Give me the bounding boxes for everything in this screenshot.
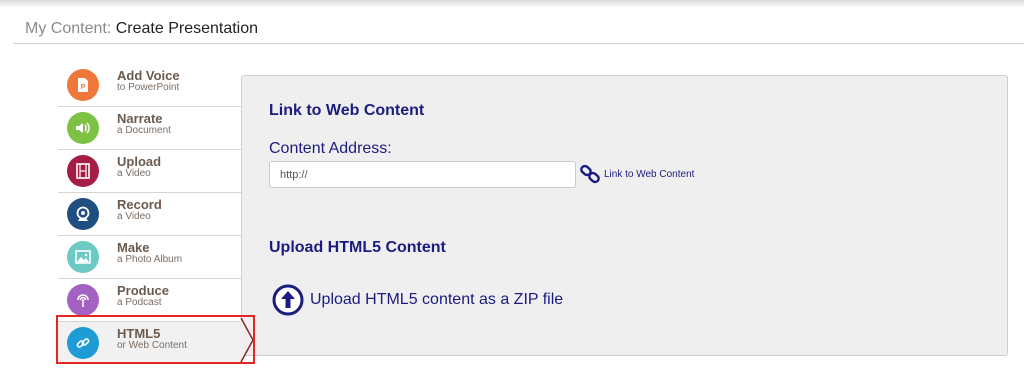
link-web-content-title: Link to Web Content (269, 102, 425, 119)
page-header: My Content: Create Presentation (25, 20, 258, 38)
header-divider (13, 43, 1024, 44)
webcam-icon (67, 198, 99, 230)
svg-text:P: P (81, 84, 86, 91)
powerpoint-icon: P (67, 69, 99, 101)
film-icon (67, 155, 99, 187)
sidebar-item-subtitle: to PowerPoint (117, 82, 180, 93)
content-address-input[interactable] (269, 161, 576, 188)
picture-icon (67, 241, 99, 273)
podcast-icon (67, 284, 99, 316)
link-web-content-label: Link to Web Content (604, 168, 695, 180)
sidebar-item-title: Add Voice (117, 68, 180, 83)
sidebar-item-upload[interactable]: Upload a Video (58, 150, 241, 193)
sidebar-item-subtitle: a Document (117, 125, 171, 136)
breadcrumb-root: My Content: (25, 20, 112, 37)
content-type-sidebar: P Add Voice to PowerPoint Narrate a Docu… (58, 64, 241, 364)
sidebar-item-title: Narrate (117, 111, 163, 126)
sidebar-item-subtitle: a Podcast (117, 297, 162, 308)
sidebar-item-subtitle: a Video (117, 168, 151, 179)
upload-zip-button[interactable]: Upload HTML5 content as a ZIP file (272, 284, 563, 316)
sidebar-item-title: Make (117, 240, 150, 255)
link-icon (67, 327, 99, 359)
selection-arrow-icon (240, 317, 254, 363)
sidebar-item-title: Produce (117, 283, 170, 298)
top-shadow (0, 0, 1024, 8)
link-web-content-button[interactable]: Link to Web Content (579, 163, 694, 185)
web-content-panel: Link to Web Content Content Address: Lin… (241, 75, 1008, 356)
speaker-icon (67, 112, 99, 144)
upload-arrow-icon (272, 284, 304, 316)
sidebar-item-subtitle: or Web Content (117, 340, 187, 351)
chain-link-icon (580, 164, 600, 184)
sidebar-item-title: HTML5 (117, 326, 161, 341)
content-address-label: Content Address: (269, 140, 392, 157)
upload-zip-label: Upload HTML5 content as a ZIP file (310, 291, 564, 308)
sidebar-item-add-voice[interactable]: P Add Voice to PowerPoint (58, 64, 241, 107)
sidebar-item-narrate[interactable]: Narrate a Document (58, 107, 241, 150)
sidebar-item-make[interactable]: Make a Photo Album (58, 236, 241, 279)
page-title: Create Presentation (115, 20, 259, 37)
sidebar-item-title: Record (117, 197, 162, 212)
sidebar-item-produce[interactable]: Produce a Podcast (58, 279, 241, 322)
sidebar-item-subtitle: a Photo Album (117, 254, 183, 265)
upload-html5-title: Upload HTML5 Content (269, 239, 446, 256)
sidebar-item-record[interactable]: Record a Video (58, 193, 241, 236)
sidebar-item-title: Upload (117, 154, 162, 169)
sidebar-item-subtitle: a Video (117, 211, 151, 222)
sidebar-item-html5[interactable]: HTML5 or Web Content (58, 322, 241, 364)
